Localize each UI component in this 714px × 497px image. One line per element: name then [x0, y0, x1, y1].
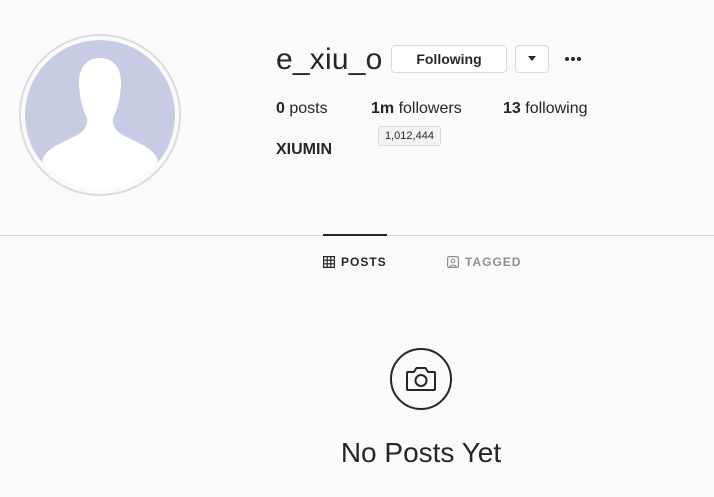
- tagged-icon: [447, 256, 459, 268]
- more-options-icon-dot: [571, 57, 575, 61]
- default-avatar-icon: [25, 40, 175, 190]
- stat-followers-link[interactable]: 1m followers: [371, 99, 462, 119]
- stat-following-link[interactable]: 13 following: [503, 99, 588, 119]
- following-button[interactable]: Following: [391, 45, 507, 73]
- empty-state-title: No Posts Yet: [340, 437, 502, 468]
- following-label: following: [525, 100, 588, 117]
- active-tab-indicator: [323, 234, 387, 236]
- tab-posts-label: POSTS: [341, 255, 387, 269]
- profile-full-name: XIUMIN: [276, 141, 332, 158]
- tab-tagged-label: TAGGED: [465, 255, 522, 269]
- stat-posts: 0 posts: [276, 99, 328, 119]
- more-options-icon: [565, 57, 569, 61]
- posts-count: 0: [276, 100, 285, 117]
- followers-count: 1m: [371, 100, 395, 117]
- camera-icon: [406, 367, 436, 391]
- followers-label: followers: [398, 100, 462, 117]
- more-options-button[interactable]: [561, 48, 585, 70]
- suggested-accounts-dropdown-button[interactable]: [515, 45, 549, 73]
- profile-username: e_xiu_o: [276, 43, 383, 76]
- grid-icon: [323, 256, 335, 268]
- profile-avatar[interactable]: [19, 34, 181, 196]
- posts-label: posts: [289, 100, 328, 117]
- empty-state-camera-circle: [390, 348, 452, 410]
- following-count: 13: [503, 100, 521, 117]
- followers-exact-count-tooltip: 1,012,444: [378, 126, 441, 146]
- tab-posts[interactable]: POSTS: [323, 254, 387, 270]
- caret-down-icon: [528, 56, 536, 61]
- tab-tagged[interactable]: TAGGED: [447, 254, 521, 270]
- more-options-icon-dot: [577, 57, 581, 61]
